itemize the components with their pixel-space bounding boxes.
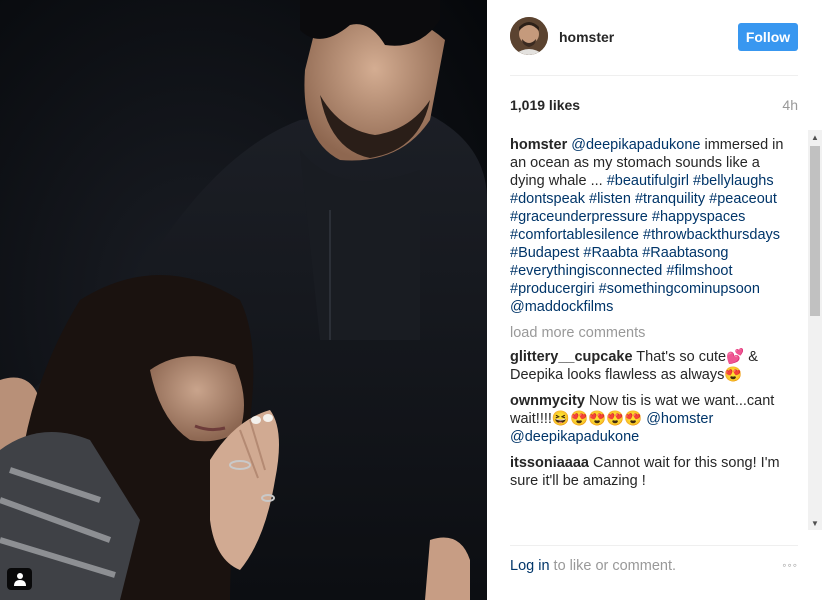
follow-button[interactable]: Follow [738,23,798,51]
caption-text: @deepikapadukone immersed in an ocean as… [510,137,783,315]
photo-image [0,0,487,600]
hashtag-link[interactable]: #dontspeak [510,191,585,207]
tagged-user-icon[interactable] [7,568,32,590]
post-header: homster Follow [510,15,798,76]
more-options-icon[interactable]: ◦◦◦ [782,558,798,572]
comment-author[interactable]: itssoniaaaa [510,455,589,471]
comment-items: glittery__cupcake That's so cute💕 & Deep… [510,348,798,490]
comment-item: glittery__cupcake That's so cute💕 & Deep… [510,348,798,384]
hashtag-link[interactable]: #graceunderpressure [510,209,648,225]
hashtag-link[interactable]: #producergiri [510,281,595,297]
hashtag-link[interactable]: #Raabta [583,245,638,261]
comment-item: itssoniaaaa Cannot wait for this song! I… [510,454,798,490]
hashtag-link[interactable]: #comfortablesilence [510,227,639,243]
post-photo[interactable] [0,0,487,600]
load-more-comments-button[interactable]: load more comments [510,324,798,342]
login-link[interactable]: Log in [510,558,550,574]
hashtag-link[interactable]: #everythingisconnected [510,263,662,279]
mention-link[interactable]: @deepikapadukone [571,137,700,153]
caption: homster @deepikapadukone immersed in an … [510,136,798,316]
likes-count[interactable]: 1,019 likes [510,97,580,113]
comment-author[interactable]: ownmycity [510,393,585,409]
post-time[interactable]: 4h [782,97,798,113]
hashtag-link[interactable]: #happyspaces [652,209,746,225]
comments-scrollbar[interactable]: ▲ ▼ [808,130,822,530]
comments-list: homster @deepikapadukone immersed in an … [510,136,798,530]
hashtag-link[interactable]: #beautifulgirl [607,173,689,189]
comment-item: ownmycity Now tis is wat we want...cant … [510,392,798,446]
scroll-up-arrow-icon[interactable]: ▲ [808,130,822,144]
hashtag-link[interactable]: #filmshoot [666,263,732,279]
mention-link[interactable]: @deepikapadukone [510,429,639,445]
post-footer: Log in to like or comment. ◦◦◦ [510,545,798,588]
likes-row: 1,019 likes 4h [510,97,798,117]
scroll-down-arrow-icon[interactable]: ▼ [808,516,822,530]
mention-link[interactable]: @homster [646,411,713,427]
hashtag-link[interactable]: #listen [589,191,631,207]
hashtag-link[interactable]: #peaceout [709,191,777,207]
username[interactable]: homster [559,29,614,45]
hashtag-link[interactable]: #Budapest [510,245,579,261]
hashtag-link[interactable]: #somethingcominupsoon [599,281,760,297]
hashtag-link[interactable]: #Raabtasong [642,245,728,261]
scroll-thumb[interactable] [810,146,820,316]
hashtag-link[interactable]: #throwbackthursdays [643,227,780,243]
hashtag-link[interactable]: #bellylaughs [693,173,774,189]
hashtag-link[interactable]: #tranquility [635,191,705,207]
login-prompt-text: to like or comment. [549,558,677,574]
post-sidebar: homster Follow 1,019 likes 4h homster @d… [487,0,823,601]
comment-author[interactable]: glittery__cupcake [510,349,633,365]
caption-author[interactable]: homster [510,137,567,153]
avatar[interactable] [510,17,548,55]
mention-link[interactable]: @maddockfilms [510,299,613,315]
login-prompt: Log in to like or comment. [510,558,676,574]
